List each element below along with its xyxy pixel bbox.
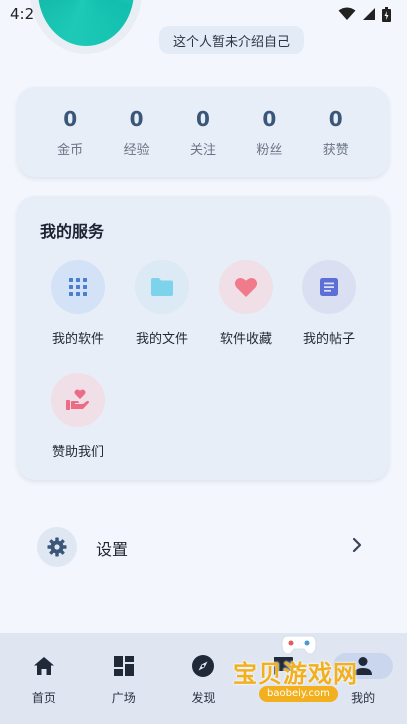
service-label: 赞助我们 [51,445,104,460]
stat-label: 获赞 [322,142,349,158]
services-card: 我的服务 我的软件 我的文件 软件收藏 我的帖子 赞助我们 [17,196,389,480]
services-title: 我的服务 [40,222,105,241]
stat-label: 金币 [57,142,84,158]
stat-experience[interactable]: 0 经验 [109,107,165,158]
nav-icon-wrap [272,653,294,679]
nav-icon-wrap [33,653,55,679]
gear-icon [47,537,67,557]
stat-likes[interactable]: 0 获赞 [308,107,364,158]
nav-icon-wrap [333,653,394,679]
stat-label: 粉丝 [256,142,283,158]
battery-icon [382,6,391,22]
stat-value: 0 [63,106,78,131]
nav-discover[interactable]: 发现 [164,633,244,724]
service-icon-circle [219,260,273,314]
profile-bio[interactable]: 这个人暂未介绍自己 [159,26,305,54]
stat-value: 0 [129,106,144,131]
service-icon-circle [51,373,105,427]
status-icons [338,6,391,22]
folder-icon [151,278,173,296]
stat-value: 0 [262,106,277,131]
service-icon-circle [302,260,356,314]
service-sponsor[interactable]: 赞助我们 [36,373,120,460]
nav-mine[interactable]: 我的 [323,633,403,724]
stat-coins[interactable]: 0 金币 [42,107,98,158]
stats-card: 0 金币 0 经验 0 关注 0 粉丝 0 获赞 [17,87,389,177]
service-icon-circle [51,260,105,314]
heart-icon [234,277,258,297]
service-label: 我的文件 [135,332,188,347]
person-icon [354,657,373,675]
service-label: 我的软件 [51,332,104,347]
wifi-icon [338,7,356,20]
avatar-image [38,0,134,46]
message-icon [274,657,294,675]
stat-following[interactable]: 0 关注 [175,107,231,158]
dashboard-icon [113,656,134,676]
nav-label: 首页 [31,691,56,705]
service-favorites[interactable]: 软件收藏 [204,260,288,347]
document-icon [320,278,338,296]
nav-label: 我的 [351,691,376,705]
settings-icon-circle [37,527,77,567]
nav-home[interactable]: 首页 [4,633,84,724]
service-label: 软件收藏 [219,332,272,347]
service-label: 我的帖子 [302,332,355,347]
compass-icon [192,655,215,677]
signal-icon [363,8,375,20]
nav-icon-wrap [113,653,135,679]
nav-icon-wrap [191,653,215,679]
home-icon [33,657,54,675]
nav-label: 广场 [111,691,136,705]
stat-label: 关注 [189,142,216,158]
service-icon-circle [135,260,189,314]
stat-value: 0 [328,106,343,131]
service-my-posts[interactable]: 我的帖子 [287,260,371,347]
bottom-nav: 首页 广场 发现 我的 [0,633,407,724]
stat-followers[interactable]: 0 粉丝 [241,107,297,158]
chevron-right-icon [352,537,362,553]
service-my-software[interactable]: 我的软件 [36,260,120,347]
avatar[interactable] [30,0,142,54]
nav-label: 发现 [191,691,216,705]
stat-value: 0 [196,106,210,131]
nav-square[interactable]: 广场 [84,633,164,724]
nav-messages[interactable] [243,633,323,724]
apps-grid-icon [69,278,87,296]
settings-label: 设置 [96,540,129,559]
service-my-files[interactable]: 我的文件 [120,260,204,347]
stat-label: 经验 [123,142,150,158]
settings-row[interactable]: 设置 [17,520,389,574]
donate-heart-hand-icon [66,389,89,410]
